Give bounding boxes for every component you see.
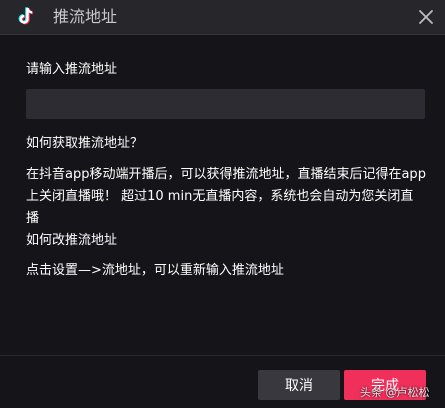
push-url-input[interactable] — [26, 89, 425, 119]
how-to-change-text: 点击设置—>流地址，可以重新输入推流地址 — [26, 263, 284, 278]
tiktok-logo-icon — [18, 7, 34, 25]
how-to-get-title: 如何获取推流地址？ — [26, 136, 144, 151]
dialog-title: 推流地址 — [53, 7, 118, 26]
push-url-label: 请输入推流地址 — [26, 62, 118, 77]
how-to-change-title: 如何改推流地址 — [26, 233, 118, 248]
cancel-button[interactable]: 取消 — [258, 370, 340, 400]
footer-divider — [0, 355, 445, 356]
push-url-dialog: 推流地址 请输入推流地址 如何获取推流地址？ 在抖音app移动端开播后，可以获得… — [0, 0, 445, 408]
close-icon[interactable] — [417, 8, 435, 26]
titlebar: 推流地址 — [0, 0, 445, 35]
how-to-get-text: 在抖音app移动端开播后，可以获得推流地址，直播结束后记得在app上关闭直播哦！… — [26, 167, 426, 226]
watermark: 头条 @卢松松 — [360, 386, 430, 399]
